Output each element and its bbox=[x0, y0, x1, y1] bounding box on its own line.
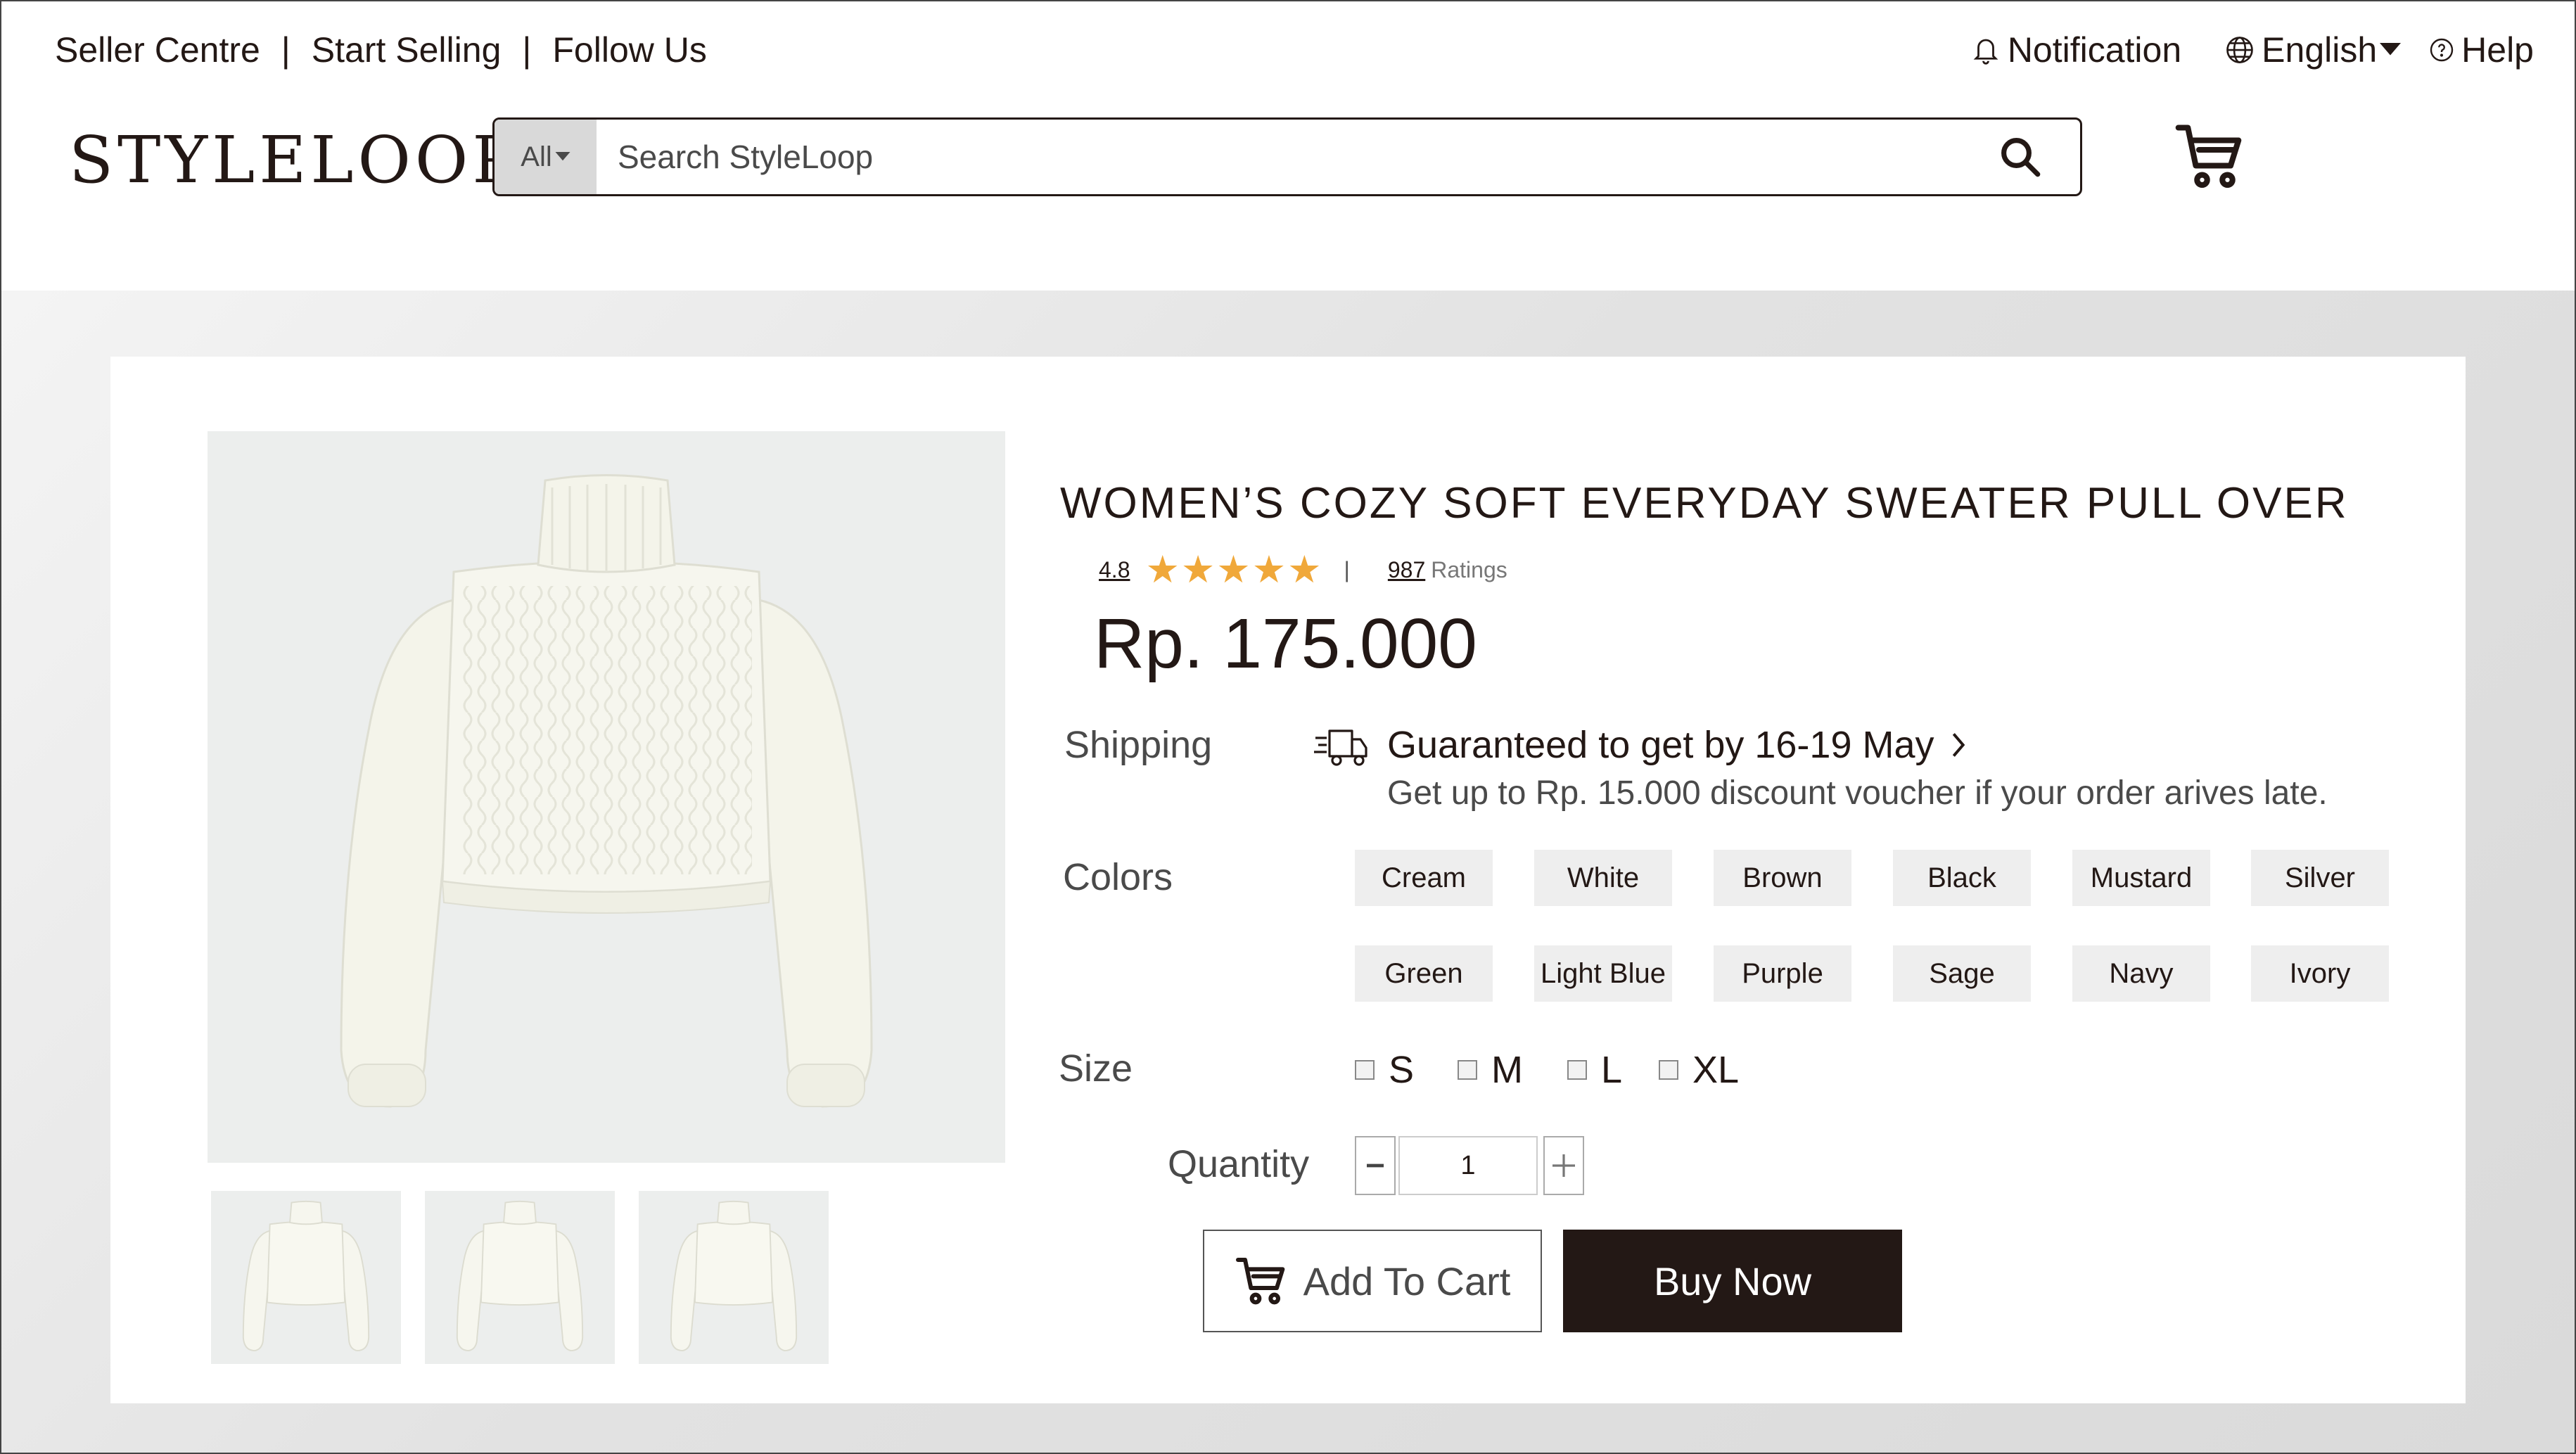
cart-icon bbox=[2175, 125, 2242, 188]
shipping-guarantee-text: Guaranteed to get by 16-19 May bbox=[1387, 724, 1934, 766]
product-thumbnail[interactable] bbox=[639, 1191, 829, 1364]
top-right-menu: Notification English Help bbox=[1971, 25, 2534, 75]
color-option-cream[interactable]: Cream bbox=[1355, 850, 1493, 906]
search-input[interactable] bbox=[597, 120, 1960, 194]
shipping-guarantee[interactable]: Guaranteed to get by 16-19 May bbox=[1387, 723, 1967, 767]
product-title: WOMEN’S COZY SOFT EVERYDAY SWEATER PULL … bbox=[1060, 479, 2349, 528]
star-rating: ★★★★★ bbox=[1145, 549, 1323, 591]
size-label-s: S bbox=[1389, 1049, 1415, 1091]
top-links: Seller Centre | Start Selling | Follow U… bbox=[55, 25, 707, 75]
notification-link[interactable]: Notification bbox=[1971, 30, 2181, 70]
minus-icon bbox=[1367, 1163, 1384, 1168]
quantity-increase-button[interactable] bbox=[1543, 1136, 1584, 1195]
size-label-l: L bbox=[1601, 1049, 1623, 1091]
sweater-thumbnail-image bbox=[670, 1200, 798, 1352]
plus-icon bbox=[1552, 1154, 1575, 1177]
size-checkbox[interactable] bbox=[1355, 1060, 1375, 1080]
sweater-image bbox=[340, 474, 873, 1108]
color-option-black[interactable]: Black bbox=[1893, 850, 2031, 906]
quantity-input[interactable] bbox=[1398, 1136, 1538, 1195]
product-price: Rp. 175.000 bbox=[1094, 604, 1477, 683]
search-bar: All bbox=[492, 117, 2082, 196]
rating-separator: | bbox=[1344, 556, 1350, 582]
language-selector[interactable]: English bbox=[2225, 30, 2402, 70]
color-option-brown[interactable]: Brown bbox=[1714, 850, 1851, 906]
sweater-thumbnail-image bbox=[242, 1200, 370, 1352]
seller-centre-link[interactable]: Seller Centre bbox=[55, 30, 260, 70]
size-checkbox[interactable] bbox=[1567, 1060, 1587, 1080]
buy-now-button[interactable]: Buy Now bbox=[1563, 1230, 1902, 1332]
separator: | bbox=[281, 30, 291, 70]
size-checkbox[interactable] bbox=[1659, 1060, 1678, 1080]
help-icon bbox=[2430, 38, 2454, 62]
truck-icon bbox=[1313, 725, 1369, 774]
rating-row: 4.8 ★★★★★ | 987 Ratings bbox=[1099, 549, 1507, 591]
product-thumbnail[interactable] bbox=[211, 1191, 401, 1364]
size-label-xl: XL bbox=[1692, 1049, 1740, 1091]
caret-down-icon bbox=[555, 152, 570, 161]
search-icon bbox=[2001, 138, 2041, 177]
caret-down-icon bbox=[2380, 43, 2402, 56]
color-option-green[interactable]: Green bbox=[1355, 945, 1493, 1002]
search-button[interactable] bbox=[1960, 120, 2080, 194]
size-label: Size bbox=[1059, 1047, 1133, 1090]
product-main-image[interactable] bbox=[208, 431, 1005, 1163]
size-label-m: M bbox=[1491, 1049, 1523, 1091]
quantity-label: Quantity bbox=[1168, 1143, 1310, 1185]
help-link[interactable]: Help bbox=[2429, 30, 2534, 70]
color-option-light-blue[interactable]: Light Blue bbox=[1534, 945, 1672, 1002]
colors-label: Colors bbox=[1063, 856, 1173, 898]
cart-icon bbox=[1235, 1258, 1284, 1305]
follow-us-link[interactable]: Follow Us bbox=[552, 30, 706, 70]
search-category-label: All bbox=[521, 141, 552, 172]
cart-button[interactable] bbox=[2174, 118, 2250, 198]
help-label: Help bbox=[2461, 30, 2534, 70]
ratings-label: Ratings bbox=[1431, 556, 1507, 582]
color-option-purple[interactable]: Purple bbox=[1714, 945, 1851, 1002]
search-category-dropdown[interactable]: All bbox=[495, 120, 597, 194]
size-option-xl[interactable]: XL bbox=[1659, 1048, 1739, 1092]
language-label: English bbox=[2262, 30, 2378, 70]
size-option-s[interactable]: S bbox=[1355, 1048, 1414, 1092]
chevron-right-icon bbox=[1952, 733, 1965, 757]
ratings-count[interactable]: 987 bbox=[1388, 557, 1425, 583]
globe-icon bbox=[2226, 37, 2253, 63]
size-option-m[interactable]: M bbox=[1458, 1048, 1523, 1092]
styleloop-logo[interactable]: STYLELOOP bbox=[69, 128, 520, 193]
separator: | bbox=[522, 30, 532, 70]
color-option-sage[interactable]: Sage bbox=[1893, 945, 2031, 1002]
bell-icon bbox=[1973, 39, 1998, 65]
color-option-silver[interactable]: Silver bbox=[2251, 850, 2389, 906]
start-selling-link[interactable]: Start Selling bbox=[312, 30, 502, 70]
shipping-voucher-note: Get up to Rp. 15.000 discount voucher if… bbox=[1387, 774, 2328, 812]
size-option-l[interactable]: L bbox=[1567, 1048, 1622, 1092]
color-option-mustard[interactable]: Mustard bbox=[2072, 850, 2210, 906]
product-thumbnail[interactable] bbox=[425, 1191, 615, 1364]
size-checkbox[interactable] bbox=[1458, 1060, 1477, 1080]
color-option-white[interactable]: White bbox=[1534, 850, 1672, 906]
quantity-decrease-button[interactable] bbox=[1355, 1136, 1396, 1195]
notification-label: Notification bbox=[2007, 30, 2182, 70]
sweater-thumbnail-image bbox=[456, 1200, 584, 1352]
color-option-navy[interactable]: Navy bbox=[2072, 945, 2210, 1002]
color-option-ivory[interactable]: Ivory bbox=[2251, 945, 2389, 1002]
shipping-label: Shipping bbox=[1064, 724, 1213, 766]
add-to-cart-button[interactable]: Add To Cart bbox=[1203, 1230, 1542, 1332]
add-to-cart-label: Add To Cart bbox=[1303, 1258, 1511, 1303]
rating-value[interactable]: 4.8 bbox=[1099, 557, 1130, 583]
